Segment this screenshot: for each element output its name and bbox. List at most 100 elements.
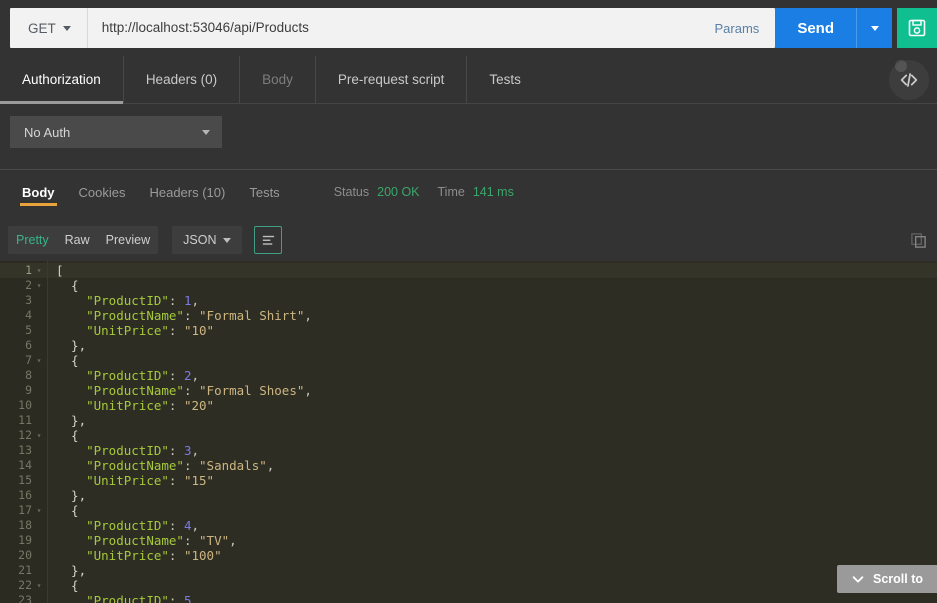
line-number: 8▾ (0, 368, 47, 383)
code-token: "Formal Shoes" (199, 383, 304, 398)
code-token: : (169, 548, 184, 563)
line-number: 20▾ (0, 548, 47, 563)
code-token: , (304, 383, 312, 398)
response-tab-body[interactable]: Body (10, 171, 67, 213)
tab-authorization[interactable]: Authorization (0, 56, 124, 103)
http-method-dropdown[interactable]: GET (10, 8, 88, 48)
copy-response-button[interactable] (905, 228, 931, 252)
line-number: 19▾ (0, 533, 47, 548)
code-line: "ProductName": "TV", (48, 533, 937, 548)
send-options-dropdown[interactable] (856, 8, 892, 48)
tab-label: Tests (249, 185, 279, 200)
code-line: { (48, 353, 937, 368)
code-line: [ (48, 263, 937, 278)
tab-tests[interactable]: Tests (467, 56, 543, 103)
code-line: "UnitPrice": "15" (48, 473, 937, 488)
code-token (56, 368, 86, 383)
fold-toggle-icon[interactable]: ▾ (35, 353, 43, 368)
code-token: , (192, 518, 200, 533)
response-format-toolbar: Pretty Raw Preview JSON (0, 220, 937, 260)
scroll-to-button[interactable]: Scroll to (837, 565, 937, 593)
code-line: "UnitPrice": "10" (48, 323, 937, 338)
code-token: : (169, 518, 184, 533)
tab-headers[interactable]: Headers (0) (124, 56, 240, 103)
response-tab-tests[interactable]: Tests (237, 171, 291, 213)
code-token: "UnitPrice" (86, 473, 169, 488)
code-token: { (56, 278, 79, 293)
code-line: "UnitPrice": "100" (48, 548, 937, 563)
response-tabs: Body Cookies Headers (10) Tests Status 2… (0, 171, 937, 213)
line-number: 3▾ (0, 293, 47, 308)
code-token: "100" (184, 548, 222, 563)
code-token: { (56, 578, 79, 593)
response-tab-cookies[interactable]: Cookies (67, 171, 138, 213)
code-token (56, 593, 86, 603)
code-token: , (192, 368, 200, 383)
response-body-editor[interactable]: 1▾2▾3▾4▾5▾6▾7▾8▾9▾10▾11▾12▾13▾14▾15▾16▾1… (0, 261, 937, 603)
request-url-input[interactable] (88, 8, 699, 48)
code-token: "UnitPrice" (86, 548, 169, 563)
code-line: { (48, 578, 937, 593)
fold-toggle-icon[interactable]: ▾ (35, 278, 43, 293)
word-wrap-button[interactable] (254, 226, 282, 254)
response-body-code[interactable]: [ { "ProductID": 1, "ProductName": "Form… (48, 261, 937, 603)
tab-label: Cookies (79, 185, 126, 200)
code-token: "ProductID" (86, 368, 169, 383)
code-snippet-button[interactable] (889, 60, 929, 100)
save-button[interactable] (897, 8, 937, 48)
auth-type-dropdown[interactable]: No Auth (10, 116, 222, 148)
code-token: "Formal Shirt" (199, 308, 304, 323)
code-line: "ProductID": 1, (48, 293, 937, 308)
code-token: 3 (184, 443, 192, 458)
url-input-group: GET Params (10, 8, 775, 48)
tab-pre-request-script[interactable]: Pre-request script (316, 56, 468, 103)
line-number: 6▾ (0, 338, 47, 353)
code-token (56, 473, 86, 488)
code-token: : (169, 593, 184, 603)
code-token: : (169, 398, 184, 413)
view-mode-preview[interactable]: Preview (98, 226, 158, 254)
request-tabs: Authorization Headers (0) Body Pre-reque… (0, 56, 937, 104)
code-token: : (184, 383, 199, 398)
http-method-label: GET (28, 21, 56, 36)
params-button[interactable]: Params (699, 21, 776, 36)
save-floppy-icon (907, 18, 927, 38)
line-number: 1▾ (0, 263, 47, 278)
code-token: , (304, 308, 312, 323)
code-token: "ProductName" (86, 533, 184, 548)
code-token: : (169, 368, 184, 383)
tab-body[interactable]: Body (240, 56, 316, 103)
line-number: 9▾ (0, 383, 47, 398)
copy-icon (910, 232, 927, 249)
code-line: "ProductID": 5 (48, 593, 937, 603)
code-line: { (48, 428, 937, 443)
send-button[interactable]: Send (775, 8, 856, 48)
line-number: 15▾ (0, 473, 47, 488)
line-number: 13▾ (0, 443, 47, 458)
code-token: "ProductID" (86, 443, 169, 458)
line-number: 23▾ (0, 593, 47, 603)
code-token (56, 458, 86, 473)
word-wrap-icon (261, 233, 276, 248)
fold-toggle-icon[interactable]: ▾ (35, 578, 43, 593)
fold-toggle-icon[interactable]: ▾ (35, 263, 43, 278)
chevron-down-icon (223, 238, 231, 243)
response-format-dropdown[interactable]: JSON (172, 226, 242, 254)
code-token: { (56, 353, 79, 368)
code-token: "ProductName" (86, 458, 184, 473)
code-token: "UnitPrice" (86, 398, 169, 413)
send-button-group: Send (775, 8, 892, 48)
code-token: 4 (184, 518, 192, 533)
code-line: { (48, 278, 937, 293)
response-tab-headers[interactable]: Headers (10) (137, 171, 237, 213)
response-format-label: JSON (183, 233, 216, 247)
code-token: : (169, 443, 184, 458)
code-token: : (184, 308, 199, 323)
view-mode-pretty[interactable]: Pretty (8, 226, 57, 254)
code-line: }, (48, 488, 937, 503)
fold-toggle-icon[interactable]: ▾ (35, 503, 43, 518)
code-token (56, 548, 86, 563)
line-number: 18▾ (0, 518, 47, 533)
fold-toggle-icon[interactable]: ▾ (35, 428, 43, 443)
view-mode-raw[interactable]: Raw (57, 226, 98, 254)
